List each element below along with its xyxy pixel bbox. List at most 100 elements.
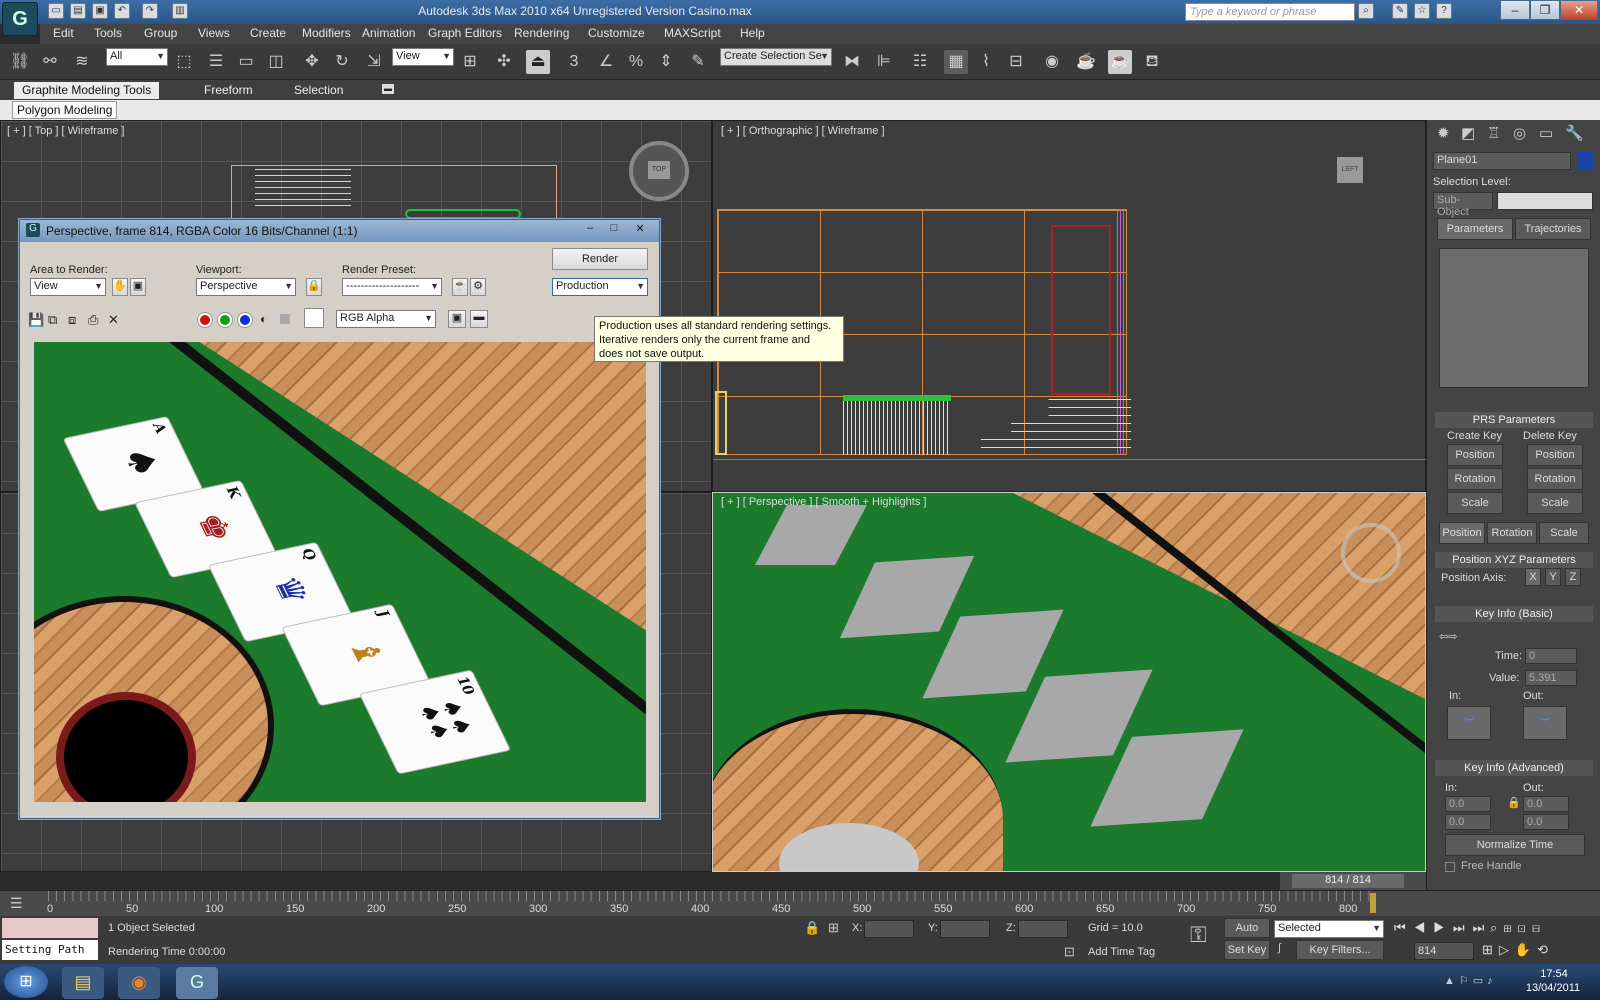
- render-production-icon[interactable]: ⛾: [1140, 50, 1164, 74]
- menu-graph-editors[interactable]: Graph Editors: [428, 26, 502, 40]
- viewport-perspective[interactable]: [ + ] [ Perspective ] [ Smooth + Highlig…: [712, 492, 1426, 872]
- menu-customize[interactable]: Customize: [588, 26, 645, 40]
- axis-z-button[interactable]: Z: [1565, 568, 1581, 586]
- environment-effects-icon[interactable]: ⚙: [470, 278, 486, 296]
- binoculars-icon[interactable]: ⌕: [1358, 3, 1374, 19]
- render-window-minimize-button[interactable]: –: [580, 222, 600, 238]
- create-key-scale-button[interactable]: Scale: [1447, 492, 1503, 514]
- system-tray-icons[interactable]: ▲⚐▭♪: [1444, 974, 1497, 987]
- key-info-advanced-header[interactable]: Key Info (Advanced): [1435, 760, 1593, 776]
- free-handle-checkbox[interactable]: [1445, 862, 1455, 872]
- save-image-icon[interactable]: 💾: [28, 312, 44, 328]
- time-tag-icon[interactable]: ⊡: [1064, 944, 1075, 960]
- sub-object-list[interactable]: [1439, 248, 1589, 388]
- snaps-toggle-icon[interactable]: 3: [562, 50, 586, 74]
- render-window-close-button[interactable]: ✕: [630, 222, 650, 238]
- menu-create[interactable]: Create: [250, 26, 286, 40]
- rendered-frame-window-icon[interactable]: ☕: [1108, 50, 1132, 74]
- menu-modifiers[interactable]: Modifiers: [302, 26, 351, 40]
- select-by-name-icon[interactable]: ☰: [204, 50, 228, 74]
- schematic-view-icon[interactable]: ⊟: [1004, 50, 1028, 74]
- menu-animation[interactable]: Animation: [362, 26, 415, 40]
- render-preset-combo[interactable]: -------------------- ▼: [342, 278, 442, 296]
- polygon-modeling-panel[interactable]: Polygon Modeling: [12, 101, 118, 119]
- key-filters-button[interactable]: Key Filters...: [1296, 940, 1384, 960]
- minimize-button[interactable]: –: [1500, 0, 1530, 20]
- clone-window-icon[interactable]: ⧈: [68, 312, 76, 328]
- select-manipulate-icon[interactable]: ✣: [492, 50, 516, 74]
- viewport-orthographic[interactable]: [ + ] [ Orthographic ] [ Wireframe ] LEF…: [712, 120, 1427, 492]
- set-key-button[interactable]: Set Key: [1224, 940, 1270, 960]
- auto-key-button[interactable]: Auto Key: [1224, 918, 1270, 952]
- mini-curve-editor-icon[interactable]: ☰: [10, 895, 23, 912]
- menu-maxscript[interactable]: MAXScript: [664, 26, 721, 40]
- viewport-persp-label[interactable]: [ + ] [ Perspective ] [ Smooth + Highlig…: [721, 496, 926, 508]
- viewport-combo[interactable]: Perspective ▼: [196, 278, 296, 296]
- named-selection-set-combo[interactable]: Create Selection Se ▼: [720, 48, 832, 66]
- monochrome-icon[interactable]: [280, 314, 290, 324]
- pivot-center-icon[interactable]: ⊞: [458, 50, 482, 74]
- swatch-icon[interactable]: [304, 308, 324, 328]
- green-channel-icon[interactable]: [218, 313, 232, 327]
- toggle-ui-overlay-icon[interactable]: ▣: [448, 310, 466, 328]
- open-file-icon[interactable]: ▤: [70, 3, 86, 19]
- viewport-pan-orbit-icon[interactable]: ⊞▷✋⟲: [1482, 942, 1554, 958]
- window-crossing-icon[interactable]: ◫: [264, 50, 288, 74]
- render-setup-small-icon[interactable]: ☕: [452, 278, 468, 296]
- keyword-search-input[interactable]: Type a keyword or phrase: [1185, 3, 1355, 21]
- position-xyz-header[interactable]: Position XYZ Parameters: [1435, 552, 1593, 568]
- select-object-icon[interactable]: ⬚: [172, 50, 196, 74]
- production-combo[interactable]: Production ▼: [552, 278, 648, 296]
- viewcube-left[interactable]: LEFT: [1337, 157, 1363, 183]
- start-button-icon[interactable]: ⊞: [4, 966, 48, 998]
- time-field[interactable]: 0: [1525, 648, 1577, 664]
- project-folder-icon[interactable]: ▥: [172, 3, 188, 19]
- rectangular-selection-icon[interactable]: ▭: [234, 50, 258, 74]
- adv-in-field-2[interactable]: 0.0: [1445, 814, 1491, 830]
- layer-manager-icon[interactable]: ☷: [908, 50, 932, 74]
- keyboard-shortcut-override-icon[interactable]: ⏏: [526, 50, 550, 74]
- value-field[interactable]: 5.391: [1525, 670, 1577, 686]
- time-slider[interactable]: 814 / 814: [1280, 872, 1426, 890]
- mirror-icon[interactable]: ⧓: [840, 50, 864, 74]
- close-button[interactable]: ✕: [1560, 0, 1598, 20]
- current-frame-field[interactable]: 814: [1414, 942, 1474, 960]
- copy-image-icon[interactable]: ⧉: [48, 312, 57, 328]
- display-tab-icon[interactable]: ▭: [1539, 124, 1553, 142]
- prev-key-icon[interactable]: ⇦⇨: [1439, 630, 1457, 643]
- edit-region-icon[interactable]: ✋: [112, 278, 128, 296]
- add-time-tag-status[interactable]: Add Time Tag: [1088, 946, 1155, 958]
- normalize-time-button[interactable]: Normalize Time: [1445, 834, 1585, 856]
- selection-lock-icon[interactable]: 🔒: [804, 920, 820, 936]
- key-info-basic-header[interactable]: Key Info (Basic): [1435, 606, 1593, 622]
- maximize-button[interactable]: ❐: [1530, 0, 1560, 20]
- blue-channel-icon[interactable]: [238, 313, 252, 327]
- menu-edit[interactable]: Edit: [53, 26, 74, 40]
- ribbon-toggle-icon[interactable]: ▬: [382, 84, 394, 94]
- toggle-ui-icon[interactable]: ▬: [470, 310, 488, 328]
- object-color-swatch[interactable]: [1577, 152, 1593, 170]
- print-image-icon[interactable]: ⎙: [88, 312, 98, 328]
- prs-parameters-header[interactable]: PRS Parameters: [1435, 412, 1593, 428]
- explorer-taskbar-icon[interactable]: ▤: [62, 967, 104, 999]
- scale-icon[interactable]: ⇲: [362, 50, 386, 74]
- maxscript-mini-listener[interactable]: [2, 918, 98, 938]
- delete-key-position-button[interactable]: Position: [1527, 444, 1583, 466]
- key-mode-combo[interactable]: Selected ▼: [1274, 920, 1384, 938]
- tools-icon[interactable]: ✎: [1392, 3, 1408, 19]
- create-tab-icon[interactable]: ✹: [1437, 124, 1450, 142]
- viewcube-top[interactable]: TOP: [629, 141, 689, 201]
- move-icon[interactable]: ✥: [300, 50, 324, 74]
- delete-key-rotation-button[interactable]: Rotation: [1527, 468, 1583, 490]
- area-to-render-combo[interactable]: View ▼: [30, 278, 106, 296]
- prs-mode-position[interactable]: Position: [1439, 522, 1485, 544]
- menu-views[interactable]: Views: [198, 26, 230, 40]
- timeline-track[interactable]: ☰ 0 50 100 150 200 250 300 350 400 450 5…: [0, 890, 1600, 916]
- x-coordinate-field[interactable]: [864, 920, 914, 938]
- red-channel-icon[interactable]: [198, 313, 212, 327]
- menu-tools[interactable]: Tools: [94, 26, 122, 40]
- z-coordinate-field[interactable]: [1018, 920, 1068, 938]
- hierarchy-tab-icon[interactable]: ♖: [1487, 124, 1500, 142]
- menu-group[interactable]: Group: [144, 26, 177, 40]
- adv-in-field-1[interactable]: 0.0: [1445, 796, 1491, 812]
